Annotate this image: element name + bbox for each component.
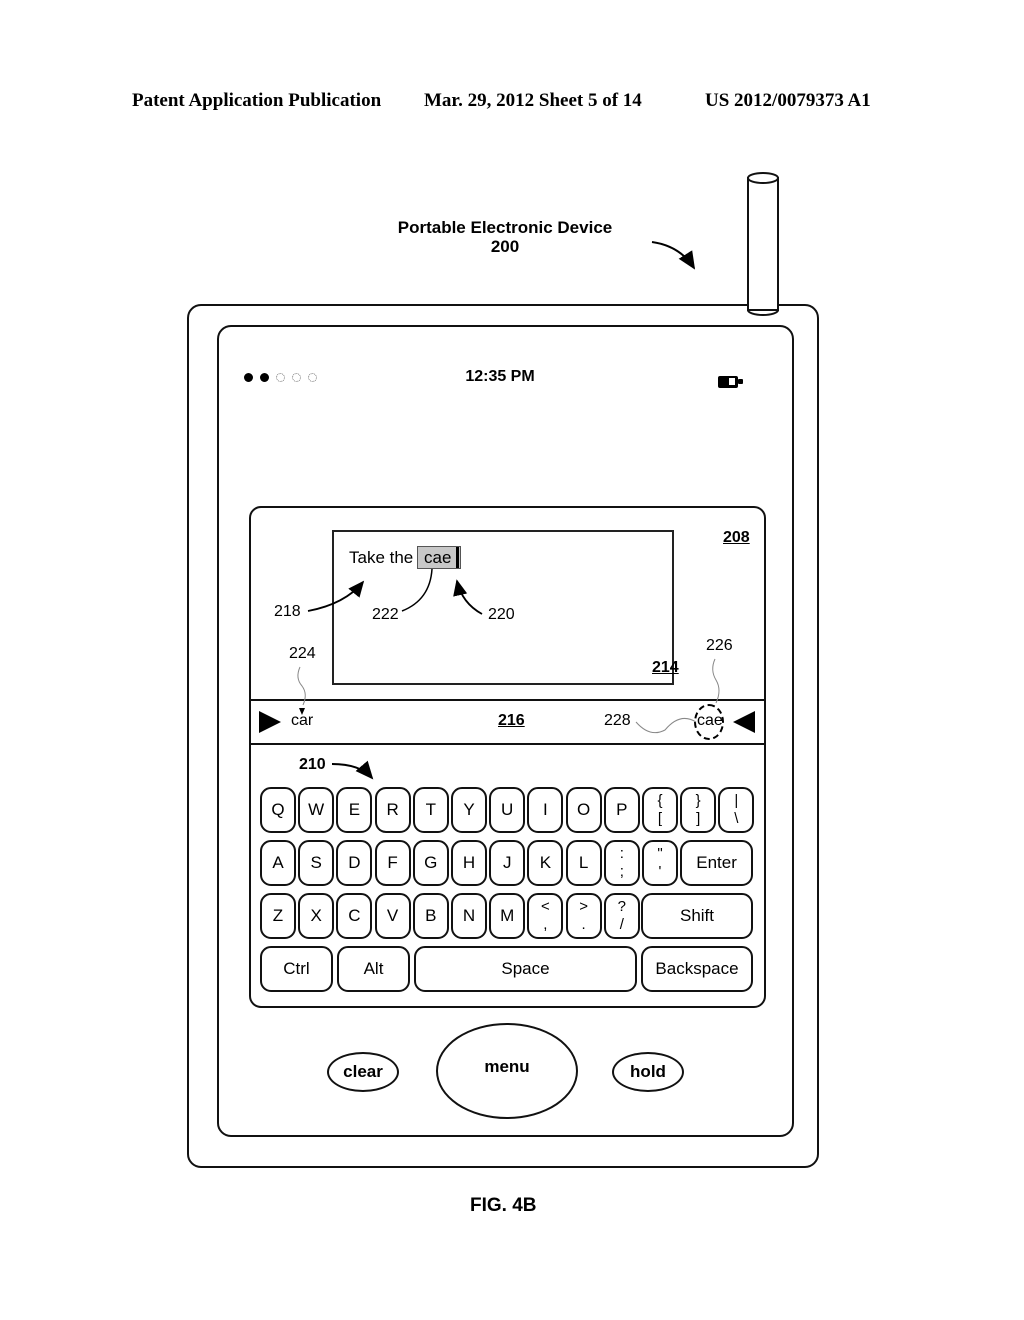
annotation-overlay: [297, 172, 779, 780]
squiggle-224: [297, 666, 306, 706]
squiggle-226: [712, 658, 720, 704]
arrow-218: [307, 580, 365, 612]
antenna-icon: [747, 172, 779, 316]
line-222: [401, 568, 433, 612]
squiggle-228: [635, 717, 697, 734]
arrow-220: [453, 579, 483, 615]
device-pointer-arrow: [651, 241, 696, 270]
arrow-210: [331, 760, 374, 780]
